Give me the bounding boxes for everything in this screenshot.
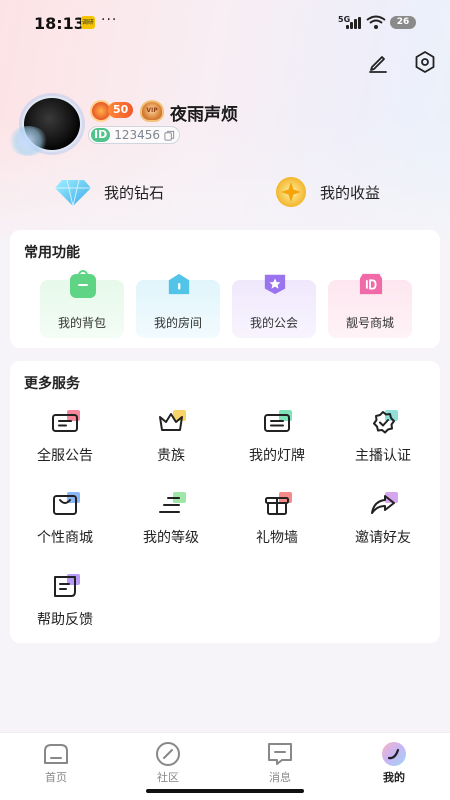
room-icon: [168, 273, 190, 295]
settings-icon[interactable]: [413, 50, 437, 74]
gift-icon: [265, 492, 292, 515]
help-feedback-item[interactable]: 帮助反馈: [15, 573, 115, 637]
tab-home-label: 首页: [45, 771, 67, 784]
message-icon: [268, 743, 292, 765]
feedback-icon: [54, 574, 80, 597]
gift-wall-label: 礼物墙: [256, 530, 298, 546]
signal-icon: [346, 17, 362, 29]
personal-shop-label: 个性商城: [37, 530, 93, 546]
avatar[interactable]: [8, 96, 82, 156]
edit-icon[interactable]: [366, 50, 390, 74]
my-room-label: 我的房间: [153, 316, 202, 330]
home-icon: [44, 744, 68, 764]
vip-medal-icon: VIP: [140, 100, 164, 122]
tab-messages-label: 消息: [269, 771, 291, 784]
pretty-id-shop-tile[interactable]: 靓号商城: [328, 273, 412, 338]
my-earnings-button[interactable]: 我的收益: [274, 174, 380, 210]
tab-profile[interactable]: 我的: [354, 741, 434, 785]
pretty-id-shop-label: 靓号商城: [345, 316, 394, 330]
my-level-item[interactable]: 我的等级: [121, 491, 221, 555]
status-time: 18:13: [34, 14, 85, 33]
my-diamonds-button[interactable]: 我的钻石: [54, 174, 164, 210]
nobility-item[interactable]: 贵族: [121, 409, 221, 473]
my-earnings-label: 我的收益: [320, 183, 381, 202]
invite-friends-item[interactable]: 邀请好友: [333, 491, 433, 555]
invite-friends-label: 邀请好友: [355, 530, 411, 546]
user-id-number: 123456: [114, 128, 161, 142]
community-icon: [156, 742, 180, 766]
id-tag: ID: [91, 128, 111, 142]
tab-messages[interactable]: 消息: [240, 741, 320, 785]
streamer-verification-item[interactable]: 主播认证: [333, 409, 433, 473]
tab-community-label: 社区: [157, 771, 179, 784]
help-feedback-label: 帮助反馈: [37, 612, 93, 628]
my-backpack-tile[interactable]: 我的背包: [40, 270, 124, 338]
level-badge: 50: [108, 102, 134, 118]
coin-star-icon: [276, 177, 306, 207]
avatar-frame-decoration: [8, 126, 48, 156]
status-bar: 18:13 调研 ··· 5G 26: [0, 0, 450, 44]
announcement-icon: [52, 410, 80, 432]
pretty-id-icon: [359, 273, 383, 295]
user-id-chip[interactable]: ID 123456: [88, 126, 181, 144]
wifi-icon: [366, 15, 386, 29]
server-announcement-item[interactable]: 全服公告: [15, 409, 115, 473]
tab-home[interactable]: 首页: [16, 741, 96, 785]
diamond-icon: [55, 179, 91, 207]
home-indicator[interactable]: [146, 789, 304, 793]
my-level-label: 我的等级: [143, 530, 199, 546]
my-room-tile[interactable]: 我的房间: [136, 273, 220, 338]
my-guild-label: 我的公会: [249, 316, 298, 330]
my-light-sign-item[interactable]: 我的灯牌: [227, 409, 327, 473]
copy-icon[interactable]: [164, 130, 175, 141]
more-notifications-icon: ···: [101, 12, 118, 28]
personal-shop-item[interactable]: 个性商城: [15, 491, 115, 555]
guild-icon: [264, 274, 286, 295]
profile-icon: [382, 742, 406, 766]
notification-app-icon: 调研: [81, 16, 95, 29]
more-services-card: 更多服务 全服公告 贵族 我的灯牌 主播认证 个性商城 我的等级 礼物墙 邀请好…: [10, 361, 440, 643]
share-icon: [371, 492, 398, 514]
backpack-icon: [70, 270, 96, 298]
shop-bag-icon: [53, 492, 80, 515]
my-guild-tile[interactable]: 我的公会: [232, 274, 316, 338]
nobility-label: 贵族: [157, 448, 185, 464]
server-announcement-label: 全服公告: [37, 448, 93, 464]
light-sign-icon: [264, 410, 292, 432]
common-functions-card: 常用功能 我的背包 我的房间 我的公会 靓号商城: [10, 230, 440, 348]
crown-icon: [159, 410, 186, 431]
streamer-verification-label: 主播认证: [355, 448, 411, 464]
verified-icon: [373, 410, 398, 434]
nickname: 夜雨声烦: [170, 105, 238, 125]
tab-community[interactable]: 社区: [128, 741, 208, 785]
tab-profile-label: 我的: [383, 771, 405, 784]
gift-wall-item[interactable]: 礼物墙: [227, 491, 327, 555]
more-services-title: 更多服务: [24, 376, 80, 392]
my-backpack-label: 我的背包: [57, 316, 106, 330]
common-functions-title: 常用功能: [24, 245, 80, 261]
my-diamonds-label: 我的钻石: [104, 183, 165, 202]
level-icon: [159, 492, 186, 513]
my-light-sign-label: 我的灯牌: [249, 448, 305, 464]
battery-icon: 26: [390, 16, 416, 29]
